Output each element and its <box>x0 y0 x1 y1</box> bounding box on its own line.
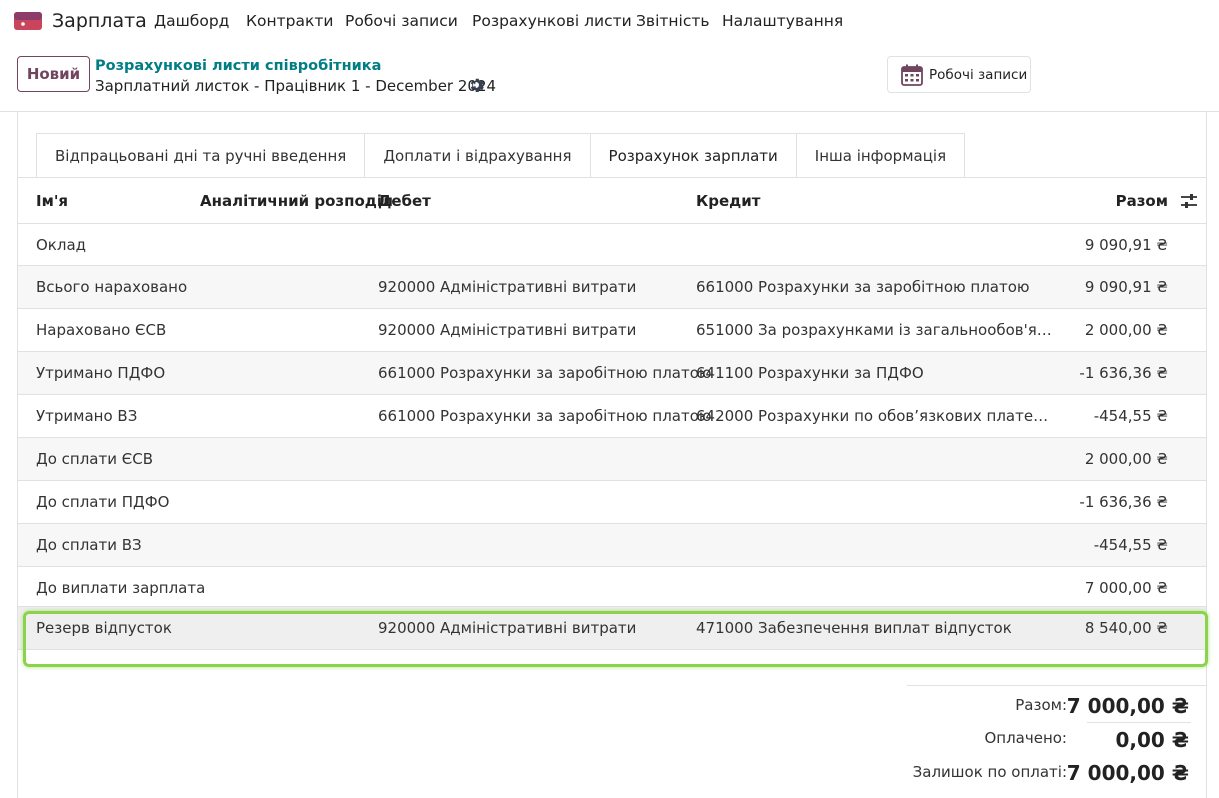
column-header-name[interactable]: Ім'я <box>36 192 68 210</box>
app-name[interactable]: Зарплата <box>52 10 147 32</box>
table-row[interactable]: Утримано ВЗ 661000 Розрахунки за заробіт… <box>18 395 1206 438</box>
paid-value: 0,00 ₴ <box>1115 728 1190 752</box>
nav-work-entries[interactable]: Робочі записи <box>345 12 458 30</box>
new-button[interactable]: Новий <box>17 56 90 92</box>
row-total: -1 636,36 ₴ <box>1079 493 1168 511</box>
column-header-analytic[interactable]: Аналітичний розподіл <box>200 192 393 210</box>
tab-inputs[interactable]: Доплати і відрахування <box>364 133 591 178</box>
nav-contracts[interactable]: Контракти <box>246 12 333 30</box>
row-name: Утримано ВЗ <box>36 407 138 425</box>
table-row[interactable]: Нараховано ЄСВ 920000 Адміністративні ви… <box>18 309 1206 352</box>
total-value: 7 000,00 ₴ <box>1066 694 1189 718</box>
column-header-credit[interactable]: Кредит <box>696 192 761 210</box>
amount-due-value: 7 000,00 ₴ <box>1066 761 1189 785</box>
tab-worked-days[interactable]: Відпрацьовані дні та ручні введення <box>36 133 366 178</box>
notebook-tabs: Відпрацьовані дні та ручні введення Допл… <box>36 133 966 178</box>
control-panel: Новий Розрахункові листи співробітника З… <box>0 44 1219 112</box>
row-credit: 651000 За розрахунками із загальнообов'я… <box>696 321 1056 339</box>
row-name: До сплати ПДФО <box>36 493 170 511</box>
table-header: Ім'я Аналітичний розподіл Дебет Кредит Р… <box>18 178 1206 224</box>
breadcrumb-current: Зарплатний листок - Працівник 1 - Decemb… <box>95 77 497 95</box>
row-debit: 920000 Адміністративні витрати <box>378 619 637 637</box>
row-debit: 920000 Адміністративні витрати <box>378 321 637 339</box>
nav-dashboard[interactable]: Дашборд <box>154 12 229 30</box>
row-debit: 920000 Адміністративні витрати <box>378 278 637 296</box>
nav-payslips[interactable]: Розрахункові листи <box>472 12 632 30</box>
row-total: -1 636,36 ₴ <box>1079 364 1168 382</box>
table-row-selected[interactable]: Резерв відпусток 920000 Адміністративні … <box>18 607 1206 650</box>
column-header-debit[interactable]: Дебет <box>378 192 431 210</box>
table-row[interactable]: Оклад 9 090,91 ₴ <box>18 224 1206 266</box>
column-header-total[interactable]: Разом <box>1116 192 1168 210</box>
nav-settings[interactable]: Налаштування <box>722 12 843 30</box>
row-debit: 661000 Розрахунки за заробітною платою <box>378 407 712 425</box>
smart-button-label: Робочі записи <box>929 66 1028 83</box>
table-row[interactable]: Всього нараховано 920000 Адміністративні… <box>18 266 1206 309</box>
row-name: Всього нараховано <box>36 278 188 296</box>
column-settings-icon[interactable] <box>1180 192 1198 210</box>
row-name: Резерв відпусток <box>36 619 172 637</box>
row-total: 8 540,00 ₴ <box>1084 619 1168 637</box>
breadcrumb-parent-link[interactable]: Розрахункові листи співробітника <box>95 58 381 74</box>
row-name: До виплати зарплата <box>36 579 206 597</box>
row-name: Оклад <box>36 236 87 254</box>
row-credit: 642000 Розрахунки по обов’язкових платеж… <box>696 407 1056 425</box>
row-name: Утримано ПДФО <box>36 364 166 382</box>
table-row[interactable]: До сплати ЄСВ 2 000,00 ₴ <box>18 438 1206 481</box>
calendar-icon <box>901 64 923 86</box>
work-entries-smart-button[interactable]: Робочі записи <box>887 56 1031 93</box>
row-total: -454,55 ₴ <box>1093 407 1168 425</box>
row-total: 2 000,00 ₴ <box>1084 450 1168 468</box>
row-total: 9 090,91 ₴ <box>1084 236 1168 254</box>
row-credit: 641100 Розрахунки за ПДФО <box>696 364 924 382</box>
table-row[interactable]: Утримано ПДФО 661000 Розрахунки за зароб… <box>18 352 1206 395</box>
row-debit: 661000 Розрахунки за заробітною платою <box>378 364 712 382</box>
total-label: Разом: <box>1015 696 1067 714</box>
row-credit: 661000 Розрахунки за заробітною платою <box>696 278 1030 296</box>
app-folder-icon[interactable] <box>14 10 42 32</box>
table-row[interactable]: До сплати ВЗ -454,55 ₴ <box>18 524 1206 567</box>
totals-separator <box>1087 722 1191 723</box>
row-total: -454,55 ₴ <box>1093 536 1168 554</box>
table-row[interactable]: До сплати ПДФО -1 636,36 ₴ <box>18 481 1206 524</box>
row-name: Нараховано ЄСВ <box>36 321 167 339</box>
table-row[interactable]: До виплати зарплата 7 000,00 ₴ <box>18 567 1206 607</box>
row-total: 2 000,00 ₴ <box>1084 321 1168 339</box>
amount-due-label: Залишок по оплаті: <box>912 763 1067 781</box>
row-credit: 471000 Забезпечення виплат відпусток <box>696 619 1012 637</box>
row-name: До сплати ВЗ <box>36 536 142 554</box>
paid-label: Оплачено: <box>984 729 1067 747</box>
row-total: 7 000,00 ₴ <box>1084 579 1168 597</box>
nav-reporting[interactable]: Звітність <box>636 12 710 30</box>
gear-icon[interactable] <box>468 77 484 93</box>
tab-other-info[interactable]: Інша інформація <box>795 133 966 178</box>
row-name: До сплати ЄСВ <box>36 450 153 468</box>
totals-divider <box>907 685 1207 686</box>
tab-salary-computation[interactable]: Розрахунок зарплати <box>589 133 797 178</box>
top-navbar: Зарплата Дашборд Контракти Робочі записи… <box>0 0 1219 44</box>
row-total: 9 090,91 ₴ <box>1084 278 1168 296</box>
